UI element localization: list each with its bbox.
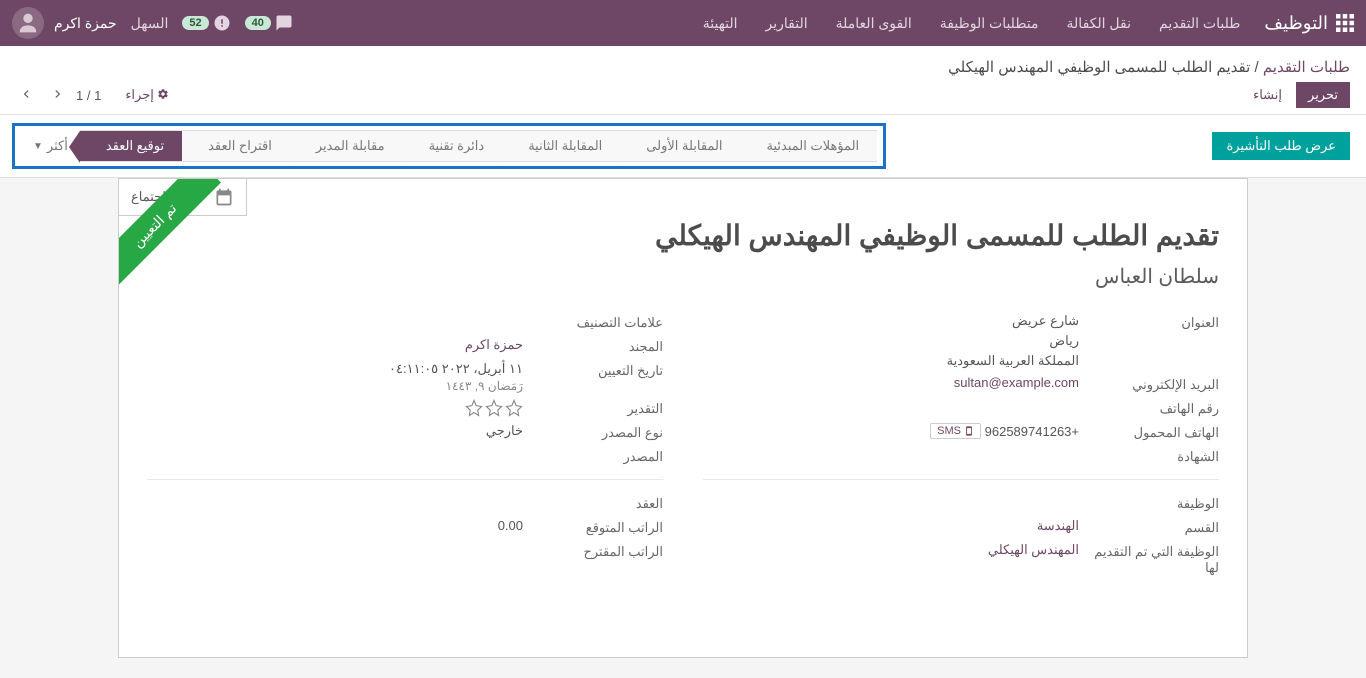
easy-label[interactable]: السهل [131,15,169,32]
stage-first-interview[interactable]: المقابلة الأولى [620,130,740,162]
breadcrumb-current: تقديم الطلب للمسمى الوظيفي المهندس الهيك… [948,59,1250,76]
breadcrumb: طلبات التقديم / تقديم الطلب للمسمى الوظي… [948,58,1350,76]
control-panel: طلبات التقديم / تقديم الطلب للمسمى الوظي… [0,46,1366,114]
nav-right: 40 52 السهل حمزة اكرم [12,7,293,39]
label-mobile: الهاتف المحمول [1079,423,1219,441]
star-icon [505,399,523,417]
label-tags: علامات التصنيف [523,313,663,331]
nav-item-reports[interactable]: التقارير [766,15,808,32]
value-mobile: +962589741263 SMS [703,423,1079,439]
navbar: التوظيف طلبات التقديم نقل الكفالة متطلبا… [0,0,1366,46]
app-title[interactable]: التوظيف [1264,13,1328,34]
stages: المؤهلات المبدئية المقابلة الأولى المقاب… [80,130,877,162]
action-dropdown[interactable]: إجراء [125,87,169,103]
activity-count: 52 [182,16,208,30]
stage-manager-interview[interactable]: مقابلة المدير [290,130,403,162]
star-icon [465,399,483,417]
label-proposed-salary: الراتب المقترح [523,542,663,560]
label-source-type: نوع المصدر [523,423,663,441]
label-email: البريد الإلكتروني [1079,375,1219,393]
apps-icon[interactable] [1336,14,1354,32]
label-applied-job: الوظيفة التي تم التقديم لها [1079,542,1219,576]
stage-contract-sign[interactable]: توقيع العقد [80,130,182,162]
address-street: شارع عريض [703,313,1079,329]
gear-icon [157,88,169,103]
breadcrumb-root[interactable]: طلبات التقديم [1263,59,1350,76]
chat-count: 40 [245,16,271,30]
pager: 1 / 1 [16,85,101,106]
label-source: المصدر [523,447,663,465]
stage-initial-qualification[interactable]: المؤهلات المبدئية [741,130,878,162]
label-expected-salary: الراتب المتوقع [523,518,663,536]
address-city: رياض [703,333,1079,349]
label-degree: الشهادة [1079,447,1219,465]
nav-item-workforce[interactable]: القوى العاملة [836,15,912,32]
record-title: تقديم الطلب للمسمى الوظيفي المهندس الهيك… [177,219,1219,252]
sms-button[interactable]: SMS [930,423,981,439]
label-dept: القسم [1079,518,1219,536]
applicant-name: سلطان العباس [177,264,1219,289]
value-expected-salary: 0.00 [147,518,523,533]
value-applied-job[interactable]: المهندس الهيكلي [703,542,1079,558]
star-icon [485,399,503,417]
create-button[interactable]: إنشاء [1245,82,1290,108]
label-address: العنوان [1079,313,1219,331]
value-source-type: خارجي [147,423,523,439]
value-hire-date: ١١ أبريل، ٢٠٢٢ ٠٤:١١:٠٥ [389,361,523,376]
caret-down-icon: ▼ [33,141,43,152]
stage-contract-proposal[interactable]: اقتراح العقد [182,130,290,162]
chat-badge[interactable]: 40 [245,14,293,32]
nav-menu: طلبات التقديم نقل الكفالة متطلبات الوظيف… [703,15,1241,32]
stage-tech-department[interactable]: دائرة تقنية [403,130,503,162]
col-left: علامات التصنيف المجند حمزة اكرم تاريخ ال… [147,313,663,582]
value-dept[interactable]: الهندسة [703,518,1079,534]
value-email[interactable]: sultan@example.com [703,375,1079,390]
label-contract: العقد [523,494,663,512]
stages-highlight-box: المؤهلات المبدئية المقابلة الأولى المقاب… [12,123,886,169]
form-sheet: لا يوجد اجتماع تم التعيين تقديم الطلب لل… [118,178,1248,658]
edit-button[interactable]: تحرير [1296,82,1350,108]
label-phone: رقم الهاتف [1079,399,1219,417]
form-wrap: لا يوجد اجتماع تم التعيين تقديم الطلب لل… [0,178,1366,678]
pager-prev[interactable] [46,85,68,106]
nav-item-sponsorship[interactable]: نقل الكفالة [1067,15,1131,32]
mobile-icon [964,426,974,436]
label-hire-date: تاريخ التعيين [523,361,663,379]
value-recruiter[interactable]: حمزة اكرم [147,337,523,353]
label-recruiter: المجند [523,337,663,355]
nav-item-config[interactable]: التهيئة [703,15,738,32]
label-job: الوظيفة [1079,494,1219,512]
pager-next[interactable] [16,85,38,106]
user-name: حمزة اكرم [54,15,117,32]
col-right: العنوان شارع عريض رياض المملكة العربية ا… [703,313,1219,582]
calendar-icon [214,187,234,207]
nav-item-requirements[interactable]: متطلبات الوظيفة [940,15,1039,32]
user-menu[interactable]: حمزة اكرم [12,7,117,39]
label-rating: التقدير [523,399,663,417]
status-bar: عرض طلب التأشيرة المؤهلات المبدئية المقا… [0,114,1366,178]
stage-second-interview[interactable]: المقابلة الثانية [502,130,620,162]
value-rating[interactable] [147,399,523,417]
pager-text: 1 / 1 [76,88,101,103]
nav-item-applications[interactable]: طلبات التقديم [1159,15,1240,32]
visa-button[interactable]: عرض طلب التأشيرة [1212,132,1350,160]
activity-badge[interactable]: 52 [182,14,230,32]
address-country[interactable]: المملكة العربية السعودية [703,353,1079,369]
value-hijri: رَمَضان ٩, ١٤٤٣ [147,379,523,393]
avatar [12,7,44,39]
